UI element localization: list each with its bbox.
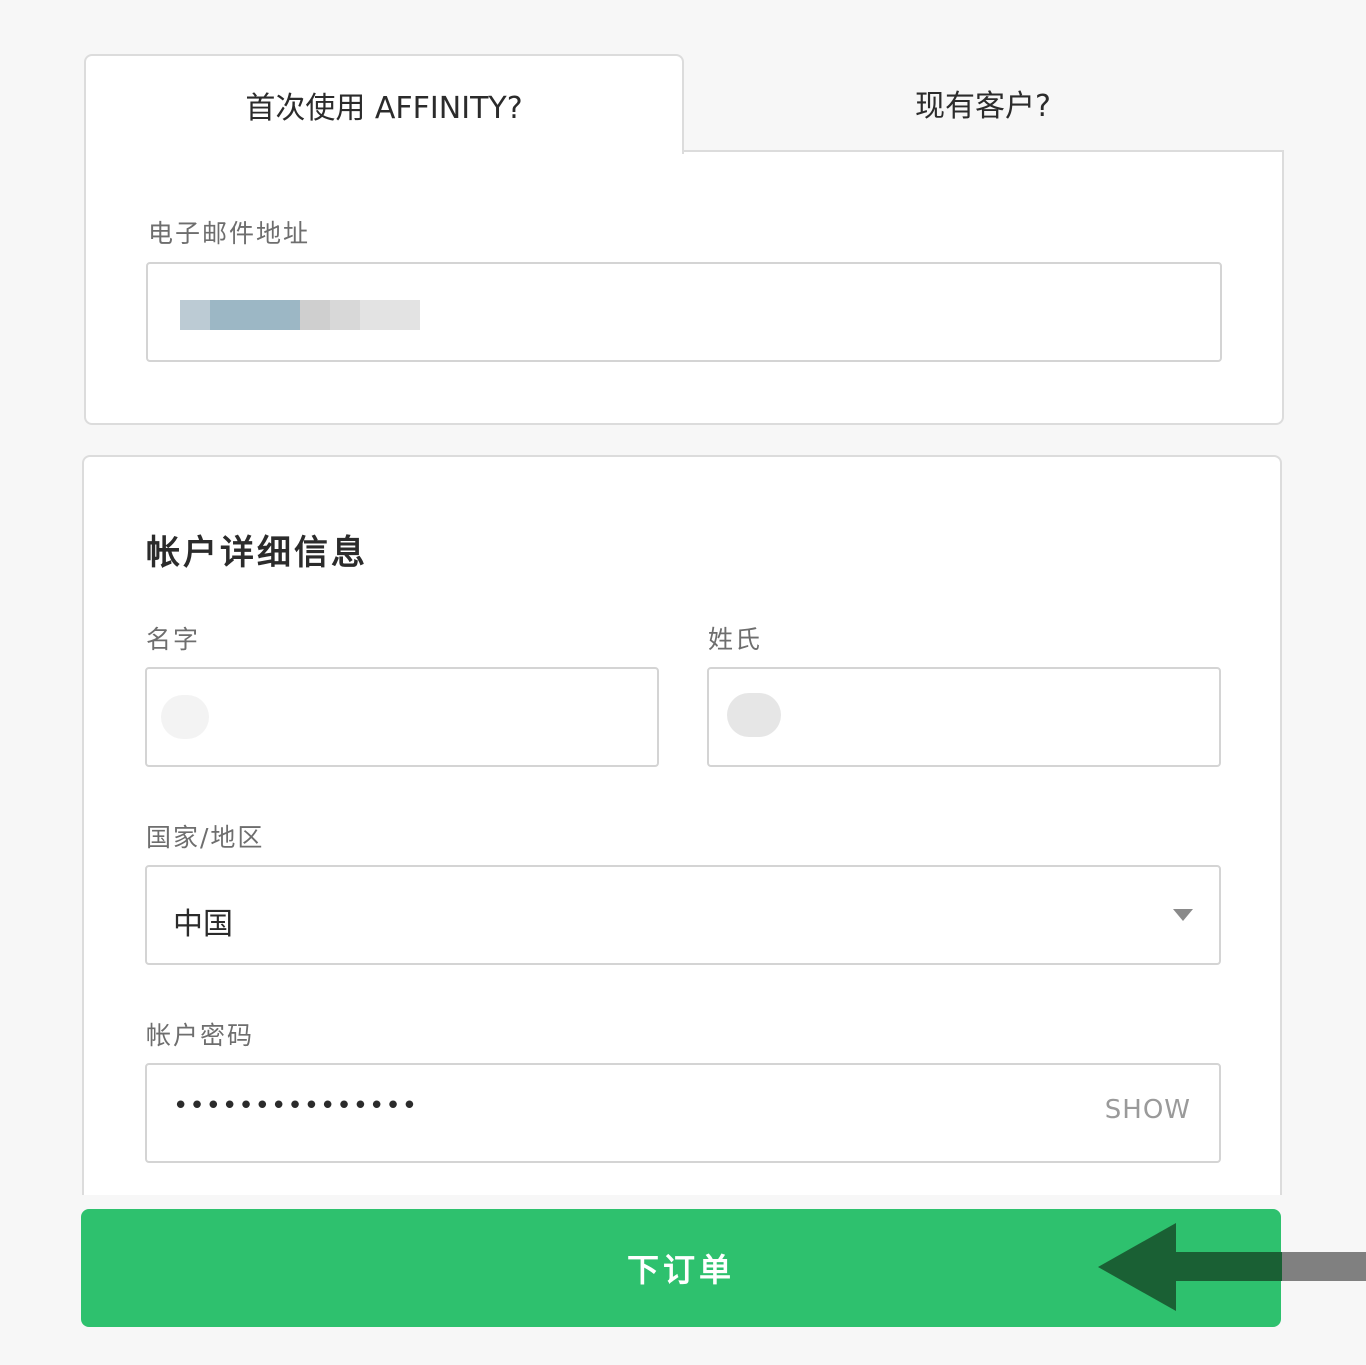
email-field[interactable] bbox=[146, 262, 1222, 362]
first-name-field[interactable] bbox=[145, 667, 659, 767]
first-name-label: 名字 bbox=[146, 625, 201, 654]
arrow-annotation-shaft bbox=[1170, 1252, 1282, 1281]
email-label: 电子邮件地址 bbox=[148, 219, 311, 248]
chevron-down-icon bbox=[1173, 909, 1193, 921]
section-title: 帐户详细信息 bbox=[146, 533, 368, 573]
redacted-email bbox=[180, 300, 210, 330]
password-value: ••••••••••••••• bbox=[173, 1091, 419, 1121]
email-panel: 电子邮件地址 bbox=[84, 150, 1284, 425]
redacted-first-name bbox=[161, 695, 209, 739]
tab-existing-customer-label: 现有客户? bbox=[915, 89, 1051, 124]
last-name-label: 姓氏 bbox=[708, 625, 763, 654]
redacted-email bbox=[300, 300, 330, 330]
country-value: 中国 bbox=[173, 907, 233, 942]
tab-existing-customer[interactable]: 现有客户? bbox=[684, 54, 1282, 152]
last-name-field[interactable] bbox=[707, 667, 1221, 767]
place-order-label: 下订单 bbox=[626, 1251, 735, 1289]
redacted-last-name bbox=[727, 693, 781, 737]
country-select[interactable]: 中国 bbox=[145, 865, 1221, 965]
tab-new-customer[interactable]: 首次使用 AFFINITY? bbox=[84, 54, 684, 154]
redacted-email bbox=[330, 300, 360, 330]
show-password-button[interactable]: SHOW bbox=[1105, 1095, 1191, 1125]
arrow-annotation-tail bbox=[1280, 1252, 1366, 1281]
checkout-page: 现有客户? 首次使用 AFFINITY? 电子邮件地址 帐户详细信息 名字 姓氏… bbox=[0, 0, 1366, 1365]
redacted-email bbox=[210, 300, 300, 330]
redacted-email bbox=[360, 300, 420, 330]
password-label: 帐户密码 bbox=[146, 1021, 255, 1050]
tab-new-customer-label: 首次使用 AFFINITY? bbox=[245, 91, 523, 126]
arrow-left-icon bbox=[1098, 1223, 1176, 1311]
account-details-panel: 帐户详细信息 名字 姓氏 国家/地区 中国 帐户密码 •••••••••••••… bbox=[82, 455, 1282, 1195]
country-label: 国家/地区 bbox=[146, 823, 265, 852]
password-field[interactable]: ••••••••••••••• SHOW bbox=[145, 1063, 1221, 1163]
